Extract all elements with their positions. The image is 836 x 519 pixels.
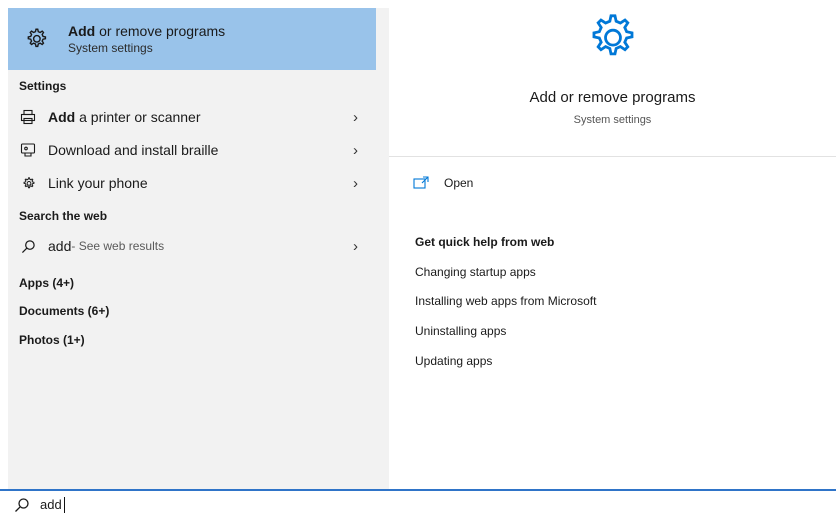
preview-subtitle: System settings xyxy=(573,114,652,126)
braille-icon xyxy=(19,141,37,159)
web-result-item[interactable]: add - See web results › xyxy=(8,230,376,262)
chevron-right-icon[interactable]: › xyxy=(353,238,358,255)
section-search-web: Search the web xyxy=(19,209,108,223)
gear-icon xyxy=(583,10,639,66)
gear-icon xyxy=(22,25,50,53)
best-match-item[interactable]: Add or remove programs System settings xyxy=(8,8,376,70)
search-icon xyxy=(19,237,37,255)
search-bar[interactable]: add xyxy=(0,489,836,519)
section-photos[interactable]: Photos (1+) xyxy=(19,333,85,347)
best-match-subtitle: System settings xyxy=(68,41,153,55)
open-button[interactable]: Open xyxy=(413,176,473,190)
settings-item-printer[interactable]: Add a printer or scanner › xyxy=(8,101,376,133)
chevron-right-icon[interactable]: › xyxy=(353,175,358,192)
help-link[interactable]: Updating apps xyxy=(415,354,492,368)
help-link[interactable]: Changing startup apps xyxy=(415,265,536,279)
quick-help-heading: Get quick help from web xyxy=(415,235,555,249)
divider xyxy=(389,156,836,157)
search-icon xyxy=(15,498,29,512)
chevron-right-icon[interactable]: › xyxy=(353,109,358,126)
help-link[interactable]: Installing web apps from Microsoft xyxy=(415,294,596,308)
preview-title: Add or remove programs xyxy=(529,89,696,106)
results-pane: Add or remove programs System settings S… xyxy=(8,8,376,489)
section-settings: Settings xyxy=(19,79,67,93)
chevron-right-icon[interactable]: › xyxy=(353,142,358,159)
settings-item-link-phone[interactable]: Link your phone › xyxy=(8,167,376,199)
search-flyout: Add or remove programs System settings S… xyxy=(8,8,836,489)
settings-item-braille[interactable]: Download and install braille › xyxy=(8,134,376,166)
preview-pane: Add or remove programs System settings O… xyxy=(389,8,836,489)
search-input[interactable]: add xyxy=(40,497,65,514)
best-match-title: Add or remove programs xyxy=(68,23,226,39)
section-apps[interactable]: Apps (4+) xyxy=(19,276,74,290)
section-documents[interactable]: Documents (6+) xyxy=(19,304,109,318)
printer-icon xyxy=(19,108,37,126)
help-link[interactable]: Uninstalling apps xyxy=(415,324,506,338)
text-caret xyxy=(63,497,65,514)
gear-icon xyxy=(19,174,37,192)
open-icon xyxy=(413,176,429,189)
